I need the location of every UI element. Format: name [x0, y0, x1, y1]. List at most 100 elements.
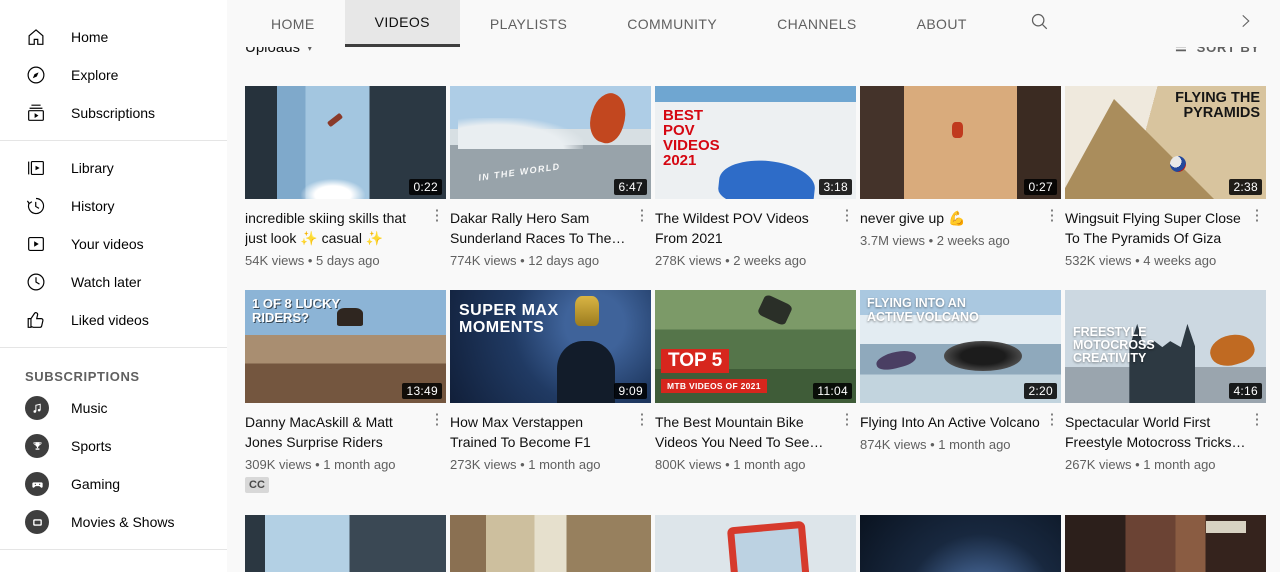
tab-about[interactable]: ABOUT — [887, 0, 997, 47]
video-card: FLYING INTO AN ACTIVE VOLCANO 2:20 Flyin… — [860, 290, 1061, 515]
thumbnail-caption: BEST POV VIDEOS 2021 — [663, 108, 727, 168]
video-duration-badge: 0:22 — [409, 179, 442, 195]
sidebar-item-library[interactable]: Library — [0, 149, 227, 187]
video-title[interactable]: Danny MacAskill & Matt Jones Surprise Ri… — [245, 412, 428, 452]
thumbnail-caption: SUPER MAX MOMENTS — [459, 302, 559, 336]
video-thumbnail[interactable]: TOP 5 MTB VIDEOS OF 2021 11:04 — [655, 290, 856, 403]
sidebar-item-subscriptions[interactable]: Subscriptions — [0, 94, 227, 132]
video-stats: 309K views • 1 month ago — [245, 457, 428, 472]
sidebar-item-your-videos[interactable]: Your videos — [0, 225, 227, 263]
sidebar-divider — [0, 140, 227, 141]
video-title[interactable]: How Max Verstappen Trained To Become F1 … — [450, 412, 633, 452]
video-thumbnail[interactable] — [655, 515, 856, 572]
video-title[interactable]: The Best Mountain Bike Videos You Need T… — [655, 412, 838, 452]
video-card: IN THE WORLD 6:47 Dakar Rally Hero Sam S… — [450, 86, 651, 290]
video-thumbnail[interactable]: IN THE WORLD 6:47 — [450, 86, 651, 199]
video-thumbnail[interactable] — [1065, 515, 1266, 572]
sidebar-subscription-movies[interactable]: Movies & Shows — [0, 503, 227, 541]
kebab-menu-icon[interactable]: ⋮ — [1043, 208, 1061, 248]
video-thumbnail[interactable]: 1 OF 8 LUCKY RIDERS? 13:49 — [245, 290, 446, 403]
sidebar-item-label: Explore — [71, 67, 118, 83]
video-thumbnail[interactable]: FLYING THE PYRAMIDS 2:38 — [1065, 86, 1266, 199]
video-stats: 800K views • 1 month ago — [655, 457, 838, 472]
tab-home[interactable]: HOME — [241, 0, 345, 47]
video-card: SUPER MAX MOMENTS 9:09 How Max Verstappe… — [450, 290, 651, 515]
sidebar-subscription-sports[interactable]: Sports — [0, 427, 227, 465]
channel-tabbar: HOME VIDEOS PLAYLISTS COMMUNITY CHANNELS… — [227, 0, 1280, 47]
tab-community[interactable]: COMMUNITY — [597, 0, 747, 47]
kebab-menu-icon[interactable]: ⋮ — [1248, 412, 1266, 472]
video-thumbnail[interactable]: BEST POV VIDEOS 2021 3:18 — [655, 86, 856, 199]
kebab-menu-icon[interactable]: ⋮ — [633, 412, 651, 472]
video-title[interactable]: incredible skiing skills that just look … — [245, 208, 428, 248]
video-title[interactable]: never give up 💪 — [860, 208, 1043, 228]
video-thumbnail[interactable]: SUPER MAX MOMENTS 9:09 — [450, 290, 651, 403]
closed-captions-badge: CC — [245, 477, 269, 493]
sidebar-item-history[interactable]: History — [0, 187, 227, 225]
sort-by-button[interactable]: ☰ SORT BY — [1175, 47, 1260, 55]
play-box-icon — [25, 233, 47, 255]
tab-videos[interactable]: VIDEOS — [345, 0, 460, 47]
kebab-menu-icon[interactable]: ⋮ — [633, 208, 651, 268]
uploads-dropdown[interactable]: Uploads ▾ — [245, 47, 313, 56]
video-stats: 3.7M views • 2 weeks ago — [860, 233, 1043, 248]
youtube-channel-page: Home Explore Subscriptions Library Histo… — [0, 0, 1280, 572]
video-title[interactable]: Dakar Rally Hero Sam Sunderland Races To… — [450, 208, 633, 248]
video-duration-badge: 6:47 — [614, 179, 647, 195]
kebab-menu-icon[interactable]: ⋮ — [428, 412, 446, 493]
sidebar-item-label: Your videos — [71, 236, 144, 252]
subscriptions-icon — [25, 102, 47, 124]
kebab-menu-icon[interactable]: ⋮ — [1248, 208, 1266, 268]
video-card: FLYING THE PYRAMIDS 2:38 Wingsuit Flying… — [1065, 86, 1266, 290]
video-stats: 267K views • 1 month ago — [1065, 457, 1248, 472]
video-thumbnail[interactable]: FLYING INTO AN ACTIVE VOLCANO 2:20 — [860, 290, 1061, 403]
tab-channels[interactable]: CHANNELS — [747, 0, 886, 47]
kebab-menu-icon[interactable]: ⋮ — [838, 208, 856, 268]
channel-main: HOME VIDEOS PLAYLISTS COMMUNITY CHANNELS… — [227, 0, 1280, 572]
video-thumbnail[interactable] — [860, 515, 1061, 572]
sidebar-item-home[interactable]: Home — [0, 18, 227, 56]
video-thumbnail[interactable] — [245, 515, 446, 572]
video-card: TOP 5 MTB VIDEOS OF 2021 11:04 The Best … — [655, 290, 856, 515]
kebab-menu-icon[interactable]: ⋮ — [1043, 412, 1061, 452]
video-title[interactable]: Flying Into An Active Volcano — [860, 412, 1043, 432]
video-duration-badge: 13:49 — [402, 383, 442, 399]
sidebar-subscription-music[interactable]: Music — [0, 389, 227, 427]
thumbnail-caption: IN THE WORLD — [478, 161, 561, 182]
kebab-menu-icon[interactable]: ⋮ — [428, 208, 446, 268]
sidebar-item-label: Library — [71, 160, 114, 176]
sidebar-item-watch-later[interactable]: Watch later — [0, 263, 227, 301]
compass-icon — [25, 64, 47, 86]
sidebar-item-label: Gaming — [71, 476, 120, 492]
video-stats: 874K views • 1 month ago — [860, 437, 1043, 452]
thumbs-up-icon — [25, 309, 47, 331]
video-title[interactable]: The Wildest POV Videos From 2021 — [655, 208, 838, 248]
library-icon — [25, 157, 47, 179]
sidebar-item-liked-videos[interactable]: Liked videos — [0, 301, 227, 339]
sidebar: Home Explore Subscriptions Library Histo… — [0, 0, 227, 572]
video-thumbnail[interactable] — [450, 515, 651, 572]
video-title[interactable]: Wingsuit Flying Super Close To The Pyram… — [1065, 208, 1248, 248]
video-duration-badge: 4:16 — [1229, 383, 1262, 399]
sidebar-item-label: Music — [71, 400, 108, 416]
kebab-menu-icon[interactable]: ⋮ — [838, 412, 856, 472]
channel-search-button[interactable] — [1029, 0, 1050, 47]
video-thumbnail[interactable]: 0:27 — [860, 86, 1061, 199]
thumbnail-caption: FLYING THE PYRAMIDS — [1142, 91, 1260, 121]
video-duration-badge: 2:20 — [1024, 383, 1057, 399]
thumbnail-caption: FLYING INTO AN ACTIVE VOLCANO — [867, 296, 1007, 324]
sidebar-subscription-gaming[interactable]: Gaming — [0, 465, 227, 503]
tabs-scroll-right-button[interactable] — [1236, 0, 1280, 47]
video-title[interactable]: Spectacular World First Freestyle Motocr… — [1065, 412, 1248, 452]
tab-playlists[interactable]: PLAYLISTS — [460, 0, 597, 47]
gaming-channel-avatar — [25, 472, 49, 496]
video-thumbnail[interactable]: FREESTYLE MOTOCROSS CREATIVITY 4:16 — [1065, 290, 1266, 403]
music-channel-avatar — [25, 396, 49, 420]
search-icon — [1029, 11, 1050, 37]
uploads-label: Uploads — [245, 47, 300, 56]
thumbnail-caption: FREESTYLE MOTOCROSS CREATIVITY — [1073, 326, 1165, 365]
sidebar-item-explore[interactable]: Explore — [0, 56, 227, 94]
chevron-right-icon — [1236, 12, 1254, 35]
video-thumbnail[interactable]: 0:22 — [245, 86, 446, 199]
video-stats: 278K views • 2 weeks ago — [655, 253, 838, 268]
